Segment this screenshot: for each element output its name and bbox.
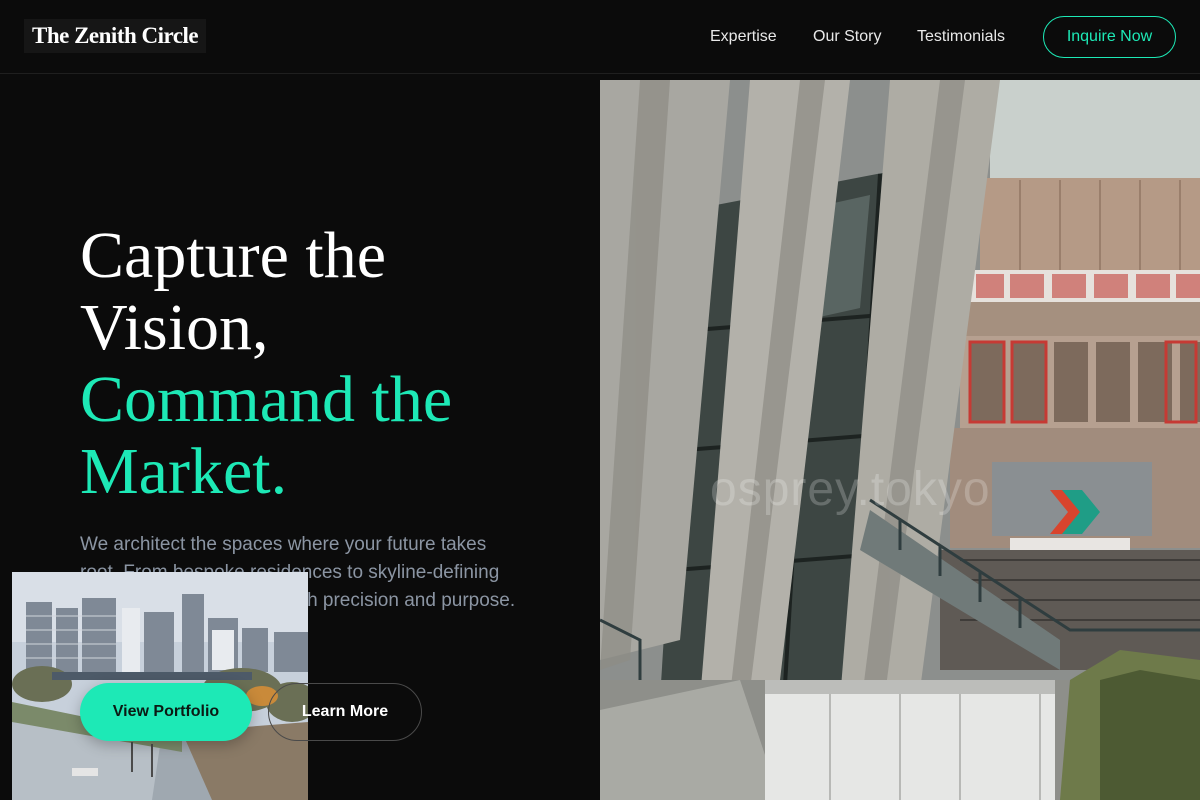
inquire-now-button[interactable]: Inquire Now <box>1043 16 1176 58</box>
view-portfolio-button[interactable]: View Portfolio <box>80 683 252 741</box>
headline-line-2: Vision, <box>80 291 269 364</box>
headline-line-1: Capture the <box>80 219 387 292</box>
hero-headline: Capture the Vision, Command the Market. <box>80 220 580 508</box>
learn-more-button[interactable]: Learn More <box>268 683 422 741</box>
hero-image <box>600 80 1200 800</box>
image-watermark: osprey.tokyo <box>710 463 991 516</box>
site-header: The Zenith Circle Expertise Our Story Te… <box>0 0 1200 74</box>
nav-link-our-story[interactable]: Our Story <box>813 0 881 74</box>
logo[interactable]: The Zenith Circle <box>24 19 207 53</box>
nav-link-expertise[interactable]: Expertise <box>710 0 777 74</box>
headline-accent-line-1: Command the <box>80 363 453 436</box>
nav-link-testimonials[interactable]: Testimonials <box>917 0 1005 74</box>
headline-accent-line-2: Market. <box>80 435 288 508</box>
